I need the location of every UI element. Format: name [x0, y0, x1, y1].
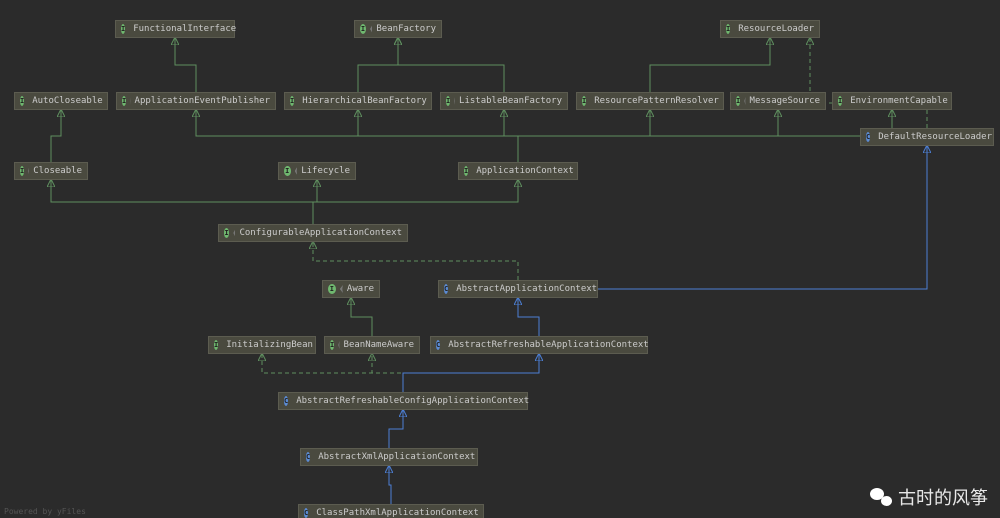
- node-HierarchicalBeanFactory[interactable]: I HierarchicalBeanFactory: [284, 92, 432, 110]
- node-ListableBeanFactory[interactable]: I ListableBeanFactory: [440, 92, 568, 110]
- node-label: HierarchicalBeanFactory: [302, 96, 427, 106]
- node-AutoCloseable[interactable]: I AutoCloseable: [14, 92, 108, 110]
- node-FunctionalInterface[interactable]: I FunctionalInterface: [115, 20, 235, 38]
- node-label: ResourceLoader: [738, 24, 814, 34]
- node-label: MessageSource: [750, 96, 820, 106]
- node-AbstractRefreshableConfigApplicationContext[interactable]: C AbstractRefreshableConfigApplicationCon…: [278, 392, 528, 410]
- node-label: Closeable: [33, 166, 82, 176]
- interface-badge-icon: I: [290, 96, 294, 106]
- edge-layer: [0, 0, 1000, 518]
- class-badge-icon: C: [866, 132, 870, 142]
- node-label: AutoCloseable: [32, 96, 102, 106]
- interface-badge-icon: I: [726, 24, 730, 34]
- collapse-arrow-icon: [744, 97, 745, 105]
- node-ClassPathXmlApplicationContext[interactable]: C ClassPathXmlApplicationContext: [298, 504, 484, 518]
- node-label: AbstractXmlApplicationContext: [318, 452, 475, 462]
- class-badge-icon: C: [306, 452, 310, 462]
- interface-badge-icon: I: [121, 24, 125, 34]
- interface-badge-icon: I: [20, 166, 24, 176]
- node-AbstractApplicationContext[interactable]: C AbstractApplicationContext: [438, 280, 598, 298]
- interface-badge-icon: I: [736, 96, 740, 106]
- interface-badge-icon: I: [224, 228, 229, 238]
- wechat-icon: [870, 488, 892, 506]
- collapse-arrow-icon: [340, 285, 343, 293]
- interface-badge-icon: I: [284, 166, 291, 176]
- node-EnvironmentCapable[interactable]: I EnvironmentCapable: [832, 92, 952, 110]
- interface-badge-icon: I: [214, 340, 218, 350]
- watermark: 古时的风筝: [870, 484, 988, 510]
- interface-badge-icon: I: [122, 96, 126, 106]
- node-ResourceLoader[interactable]: I ResourceLoader: [720, 20, 820, 38]
- watermark-text: 古时的风筝: [898, 484, 988, 510]
- node-Aware[interactable]: I Aware: [322, 280, 380, 298]
- node-ConfigurableApplicationContext[interactable]: I ConfigurableApplicationContext: [218, 224, 408, 242]
- node-label: ConfigurableApplicationContext: [239, 228, 402, 238]
- collapse-arrow-icon: [295, 167, 298, 175]
- node-label: DefaultResourceLoader: [878, 132, 992, 142]
- class-badge-icon: C: [304, 508, 308, 518]
- class-badge-icon: C: [284, 396, 288, 406]
- node-label: FunctionalInterface: [133, 24, 236, 34]
- node-ApplicationContext[interactable]: I ApplicationContext: [458, 162, 578, 180]
- node-ApplicationEventPublisher[interactable]: I ApplicationEventPublisher: [116, 92, 276, 110]
- node-AbstractXmlApplicationContext[interactable]: C AbstractXmlApplicationContext: [300, 448, 478, 466]
- node-label: Aware: [347, 284, 374, 294]
- node-BeanNameAware[interactable]: I BeanNameAware: [324, 336, 420, 354]
- node-label: EnvironmentCapable: [850, 96, 948, 106]
- node-MessageSource[interactable]: I MessageSource: [730, 92, 826, 110]
- node-Lifecycle[interactable]: I Lifecycle: [278, 162, 356, 180]
- interface-badge-icon: I: [330, 340, 334, 350]
- node-label: ListableBeanFactory: [459, 96, 562, 106]
- interface-badge-icon: I: [328, 284, 336, 294]
- class-badge-icon: C: [444, 284, 448, 294]
- class-badge-icon: C: [436, 340, 440, 350]
- node-label: AbstractRefreshableConfigApplicationCont…: [296, 396, 529, 406]
- interface-badge-icon: I: [446, 96, 450, 106]
- node-label: ApplicationEventPublisher: [135, 96, 270, 106]
- node-label: ClassPathXmlApplicationContext: [316, 508, 479, 518]
- interface-badge-icon: I: [20, 96, 24, 106]
- node-DefaultResourceLoader[interactable]: C DefaultResourceLoader: [860, 128, 994, 146]
- node-label: BeanFactory: [376, 24, 436, 34]
- collapse-arrow-icon: [233, 229, 235, 237]
- collapse-arrow-icon: [454, 97, 455, 105]
- interface-badge-icon: I: [360, 24, 366, 34]
- node-Closeable[interactable]: I Closeable: [14, 162, 88, 180]
- node-label: ResourcePatternResolver: [594, 96, 719, 106]
- interface-badge-icon: I: [464, 166, 468, 176]
- node-label: AbstractRefreshableApplicationContext: [448, 340, 648, 350]
- node-label: InitializingBean: [226, 340, 313, 350]
- node-label: Lifecycle: [301, 166, 350, 176]
- node-InitializingBean[interactable]: I InitializingBean: [208, 336, 316, 354]
- collapse-arrow-icon: [338, 341, 339, 349]
- collapse-arrow-icon: [370, 25, 372, 33]
- node-label: BeanNameAware: [344, 340, 414, 350]
- node-ResourcePatternResolver[interactable]: I ResourcePatternResolver: [576, 92, 724, 110]
- node-AbstractRefreshableApplicationContext[interactable]: C AbstractRefreshableApplicationContext: [430, 336, 648, 354]
- powered-by: Powered by yFiles: [4, 507, 86, 516]
- collapse-arrow-icon: [28, 167, 29, 175]
- node-label: ApplicationContext: [476, 166, 574, 176]
- node-BeanFactory[interactable]: I BeanFactory: [354, 20, 442, 38]
- interface-badge-icon: I: [838, 96, 842, 106]
- diagram-canvas: I FunctionalInterface I BeanFactory I Resourc…: [0, 0, 1000, 518]
- node-label: AbstractApplicationContext: [456, 284, 597, 294]
- interface-badge-icon: I: [582, 96, 586, 106]
